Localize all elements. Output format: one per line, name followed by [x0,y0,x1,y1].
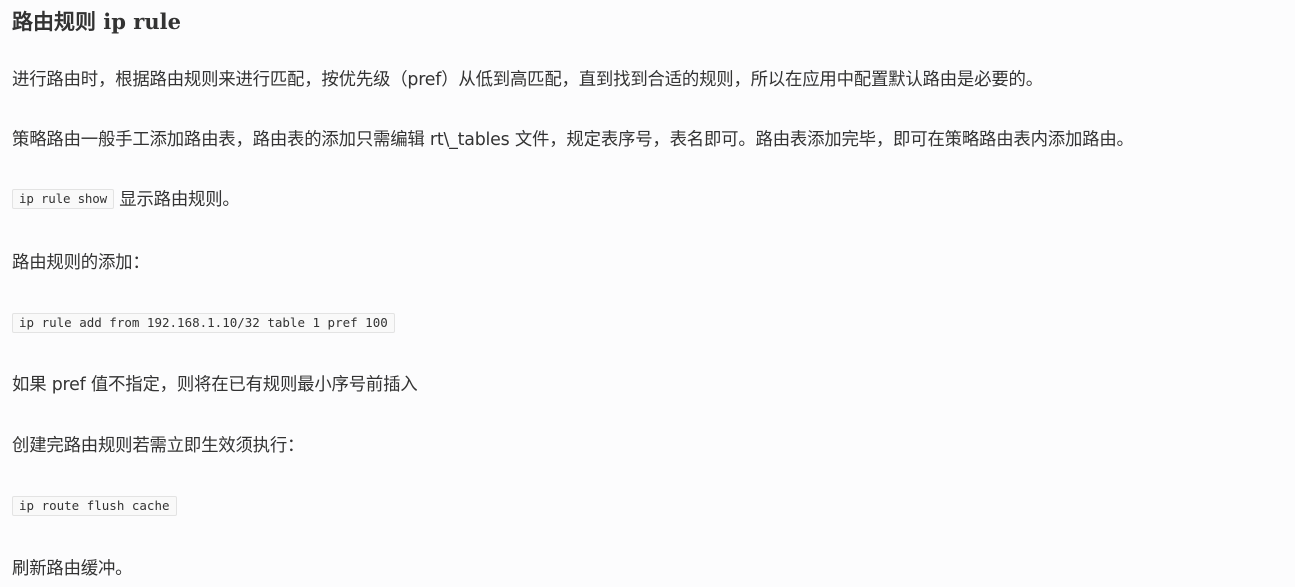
paragraph-create-note: 创建完路由规则若需立即生效须执行： [12,436,305,456]
paragraph-flush-description: 刷新路由缓冲。 [12,559,133,579]
rule-show-description: 显示路由规则。 [119,190,240,210]
paragraph-policy-routing: 策略路由一般手工添加路由表，路由表的添加只需编辑 rt\_tables 文件，规… [12,130,1134,150]
section-heading: 路由规则 ip rule [12,9,181,34]
paragraph-add-heading: 路由规则的添加： [12,253,150,273]
code-block-flush: ip route flush cache [12,496,177,516]
paragraph-rule-show: ip rule show 显示路由规则。 [12,188,240,212]
code-rule-add: ip rule add from 192.168.1.10/32 table 1… [12,313,395,333]
code-route-flush: ip route flush cache [12,496,177,516]
paragraph-pref-note: 如果 pref 值不指定，则将在已有规则最小序号前插入 [12,375,418,395]
code-block-rule-add: ip rule add from 192.168.1.10/32 table 1… [12,313,395,333]
paragraph-matching: 进行路由时，根据路由规则来进行匹配，按优先级（pref）从低到高匹配，直到找到合… [12,70,1043,90]
code-rule-show: ip rule show [12,189,114,209]
